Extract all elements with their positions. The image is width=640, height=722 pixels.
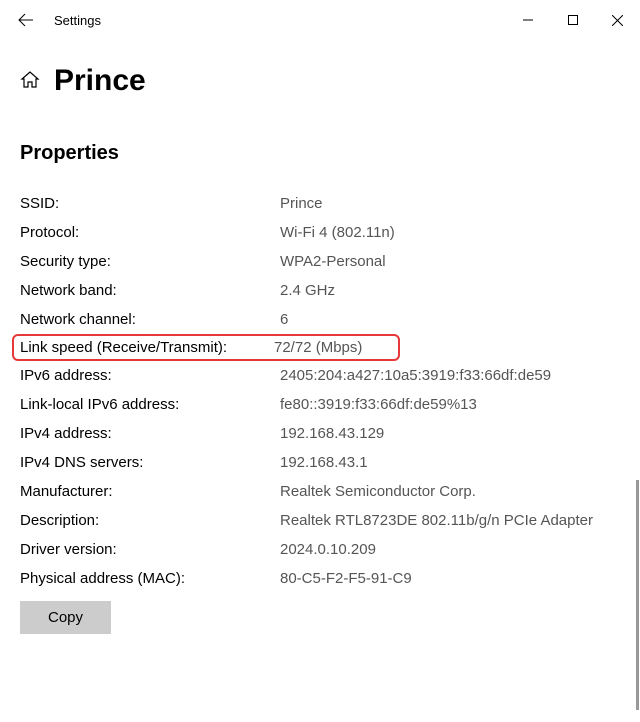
row-driver: Driver version: 2024.0.10.209 (20, 535, 620, 564)
value-security: WPA2-Personal (280, 253, 620, 270)
row-dns: IPv4 DNS servers: 192.168.43.1 (20, 448, 620, 477)
row-security: Security type: WPA2-Personal (20, 247, 620, 276)
label-manufacturer: Manufacturer: (20, 483, 280, 500)
window-title: Settings (54, 13, 101, 28)
label-ipv4: IPv4 address: (20, 425, 280, 442)
section-title: Properties (20, 142, 620, 165)
maximize-button[interactable] (550, 5, 595, 35)
label-linklocal: Link-local IPv6 address: (20, 396, 280, 413)
value-linklocal: fe80::3919:f33:66df:de59%13 (280, 396, 620, 413)
value-driver: 2024.0.10.209 (280, 541, 620, 558)
label-channel: Network channel: (20, 311, 280, 328)
row-ipv4: IPv4 address: 192.168.43.129 (20, 419, 620, 448)
minimize-button[interactable] (505, 5, 550, 35)
label-driver: Driver version: (20, 541, 280, 558)
label-mac: Physical address (MAC): (20, 570, 280, 587)
title-bar: Settings (0, 0, 640, 40)
label-ipv6: IPv6 address: (20, 367, 280, 384)
label-protocol: Protocol: (20, 224, 280, 241)
row-ipv6: IPv6 address: 2405:204:a427:10a5:3919:f3… (20, 361, 620, 390)
scrollbar[interactable] (636, 480, 639, 710)
row-manufacturer: Manufacturer: Realtek Semiconductor Corp… (20, 477, 620, 506)
copy-button[interactable]: Copy (20, 601, 111, 634)
row-ssid: SSID: Prince (20, 189, 620, 218)
row-band: Network band: 2.4 GHz (20, 276, 620, 305)
label-description: Description: (20, 512, 280, 529)
home-icon (20, 70, 40, 93)
row-description: Description: Realtek RTL8723DE 802.11b/g… (20, 506, 620, 535)
row-channel: Network channel: 6 (20, 305, 620, 334)
value-ipv4: 192.168.43.129 (280, 425, 620, 442)
value-description: Realtek RTL8723DE 802.11b/g/n PCIe Adapt… (280, 512, 620, 529)
value-linkspeed: 72/72 (Mbps) (274, 339, 392, 356)
label-dns: IPv4 DNS servers: (20, 454, 280, 471)
close-button[interactable] (595, 5, 640, 35)
value-channel: 6 (280, 311, 620, 328)
page-title: Prince (54, 64, 146, 98)
row-linkspeed-highlighted: Link speed (Receive/Transmit): 72/72 (Mb… (12, 334, 400, 361)
value-ssid: Prince (280, 195, 620, 212)
back-button[interactable] (18, 12, 34, 28)
value-mac: 80-C5-F2-F5-91-C9 (280, 570, 620, 587)
label-security: Security type: (20, 253, 280, 270)
row-mac: Physical address (MAC): 80-C5-F2-F5-91-C… (20, 564, 620, 593)
label-ssid: SSID: (20, 195, 280, 212)
label-linkspeed: Link speed (Receive/Transmit): (20, 339, 274, 356)
value-band: 2.4 GHz (280, 282, 620, 299)
row-linklocal: Link-local IPv6 address: fe80::3919:f33:… (20, 390, 620, 419)
row-protocol: Protocol: Wi-Fi 4 (802.11n) (20, 218, 620, 247)
label-band: Network band: (20, 282, 280, 299)
value-manufacturer: Realtek Semiconductor Corp. (280, 483, 620, 500)
value-dns: 192.168.43.1 (280, 454, 620, 471)
properties-table: SSID: Prince Protocol: Wi-Fi 4 (802.11n)… (20, 189, 620, 593)
value-protocol: Wi-Fi 4 (802.11n) (280, 224, 620, 241)
page-header: Prince (20, 64, 620, 98)
value-ipv6: 2405:204:a427:10a5:3919:f33:66df:de59 (280, 367, 620, 384)
